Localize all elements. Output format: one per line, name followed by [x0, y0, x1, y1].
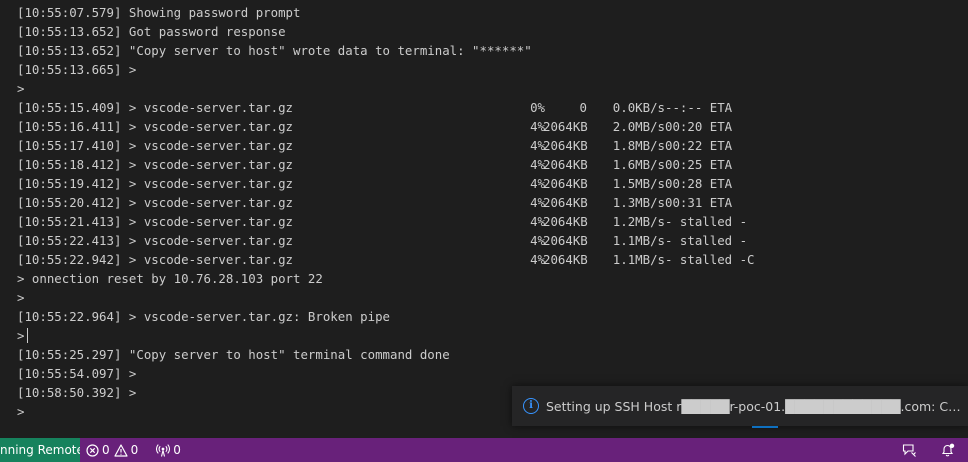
transfer-row: [10:55:20.412] > vscode-server.tar.gz 4%…: [17, 193, 732, 212]
transfer-rate: 2.0MB/s: [612, 119, 665, 134]
ports-indicator[interactable]: 0: [150, 438, 187, 462]
error-icon: [86, 443, 99, 457]
transfer-rate: 1.5MB/s: [612, 176, 665, 191]
transfer-row: [10:55:18.412] > vscode-server.tar.gz 4%…: [17, 155, 732, 174]
feedback-button[interactable]: [892, 438, 930, 462]
warning-count: 0: [130, 443, 139, 457]
transfer-file: [10:55:17.410] > vscode-server.tar.gz: [17, 138, 294, 153]
transfer-rate: 1.8MB/s: [612, 138, 665, 153]
transfer-eta: --:-- ETA: [665, 100, 733, 115]
transfer-eta: 00:25 ETA: [665, 157, 733, 172]
notification-toast[interactable]: i Setting up SSH Host r█████r-poc-01.███…: [512, 386, 968, 426]
terminal-line: >: [17, 290, 25, 305]
feedback-icon: [902, 444, 916, 457]
transfer-file: [10:55:15.409] > vscode-server.tar.gz: [17, 100, 294, 115]
transfer-row: [10:55:17.410] > vscode-server.tar.gz 4%…: [17, 136, 732, 155]
terminal-line: [10:55:07.579] Showing password prompt: [17, 5, 301, 20]
transfer-size: 2064KB: [543, 214, 588, 229]
transfer-rate: 0.0KB/s: [612, 100, 665, 115]
info-icon: i: [523, 398, 539, 414]
status-bar: nning Remote... 0 0 0: [0, 438, 968, 462]
terminal-line: >: [17, 81, 25, 96]
transfer-size: 2064KB: [543, 233, 588, 248]
broadcast-icon: [156, 443, 171, 457]
transfer-file: [10:55:22.942] > vscode-server.tar.gz: [17, 252, 294, 267]
transfer-rate: 1.6MB/s: [612, 157, 665, 172]
bell-dot-icon: [941, 443, 955, 457]
transfer-percent: 4%: [530, 195, 545, 210]
transfer-size: 2064KB: [543, 157, 588, 172]
transfer-percent: 0%: [530, 100, 545, 115]
transfer-percent: 4%: [530, 214, 545, 229]
transfer-file: [10:55:16.411] > vscode-server.tar.gz: [17, 119, 294, 134]
transfer-eta: 00:22 ETA: [665, 138, 733, 153]
transfer-size: 2064KB: [543, 195, 588, 210]
transfer-row: [10:55:15.409] > vscode-server.tar.gz 0%…: [17, 98, 732, 117]
transfer-row: [10:55:16.411] > vscode-server.tar.gz 4%…: [17, 117, 732, 136]
transfer-percent: 4%: [530, 252, 545, 267]
transfer-rate: 1.1MB/s: [612, 233, 665, 248]
transfer-eta: 00:20 ETA: [665, 119, 733, 134]
terminal-panel[interactable]: [10:55:07.579] Showing password prompt […: [0, 0, 968, 438]
ports-count: 0: [173, 443, 181, 457]
transfer-row: [10:55:22.413] > vscode-server.tar.gz 4%…: [17, 231, 747, 250]
transfer-file: [10:55:18.412] > vscode-server.tar.gz: [17, 157, 294, 172]
terminal-line: [10:55:13.652] "Copy server to host" wro…: [17, 43, 532, 58]
terminal-line: [10:55:25.297] "Copy server to host" ter…: [17, 347, 450, 362]
transfer-eta: - stalled -: [665, 214, 748, 229]
terminal-prompt-line[interactable]: >: [17, 326, 532, 345]
notifications-button[interactable]: [930, 438, 968, 462]
transfer-percent: 4%: [530, 176, 545, 191]
transfer-percent: 4%: [530, 157, 545, 172]
transfer-row: [10:55:22.942] > vscode-server.tar.gz 4%…: [17, 250, 755, 269]
terminal-cursor: [27, 328, 29, 343]
transfer-file: [10:55:21.413] > vscode-server.tar.gz: [17, 214, 294, 229]
transfer-eta: 00:31 ETA: [665, 195, 733, 210]
transfer-eta: 00:28 ETA: [665, 176, 733, 191]
remote-indicator[interactable]: nning Remote...: [0, 438, 80, 462]
transfer-file: [10:55:20.412] > vscode-server.tar.gz: [17, 195, 294, 210]
terminal-line: [10:55:13.665] >: [17, 62, 137, 77]
transfer-size: 0: [579, 100, 587, 115]
terminal-line: [10:55:13.652] Got password response: [17, 24, 286, 39]
transfer-percent: 4%: [530, 233, 545, 248]
problems-indicator[interactable]: 0 0: [80, 438, 144, 462]
warning-icon: [114, 443, 128, 457]
notification-message: Setting up SSH Host r█████r-poc-01.█████…: [546, 398, 961, 414]
transfer-size: 2064KB: [543, 176, 588, 191]
transfer-eta: - stalled -: [665, 233, 748, 248]
transfer-percent: 4%: [530, 119, 545, 134]
transfer-row: [10:55:19.412] > vscode-server.tar.gz 4%…: [17, 174, 732, 193]
transfer-rate: 1.2MB/s: [612, 214, 665, 229]
transfer-percent: 4%: [530, 138, 545, 153]
transfer-row: [10:55:21.413] > vscode-server.tar.gz 4%…: [17, 212, 747, 231]
transfer-eta: - stalled -C: [665, 252, 755, 267]
transfer-size: 2064KB: [543, 252, 588, 267]
transfer-file: [10:55:19.412] > vscode-server.tar.gz: [17, 176, 294, 191]
terminal-line: >: [17, 404, 25, 419]
terminal-line: [10:55:54.097] >: [17, 366, 137, 381]
transfer-size: 2064KB: [543, 138, 588, 153]
transfer-file: [10:55:22.413] > vscode-server.tar.gz: [17, 233, 294, 248]
prompt-symbol: >: [17, 328, 25, 343]
terminal-line: > onnection reset by 10.76.28.103 port 2…: [17, 271, 323, 286]
transfer-rate: 1.1MB/s: [612, 252, 665, 267]
notification-progress-bar: [752, 426, 778, 428]
status-bar-right: [892, 438, 968, 462]
terminal-line: [10:58:50.392] >: [17, 385, 137, 400]
error-count: 0: [102, 443, 110, 457]
terminal-line: [10:55:22.964] > vscode-server.tar.gz: B…: [17, 309, 390, 324]
transfer-rate: 1.3MB/s: [612, 195, 665, 210]
terminal-output[interactable]: [10:55:07.579] Showing password prompt […: [17, 3, 755, 421]
transfer-size: 2064KB: [543, 119, 588, 134]
